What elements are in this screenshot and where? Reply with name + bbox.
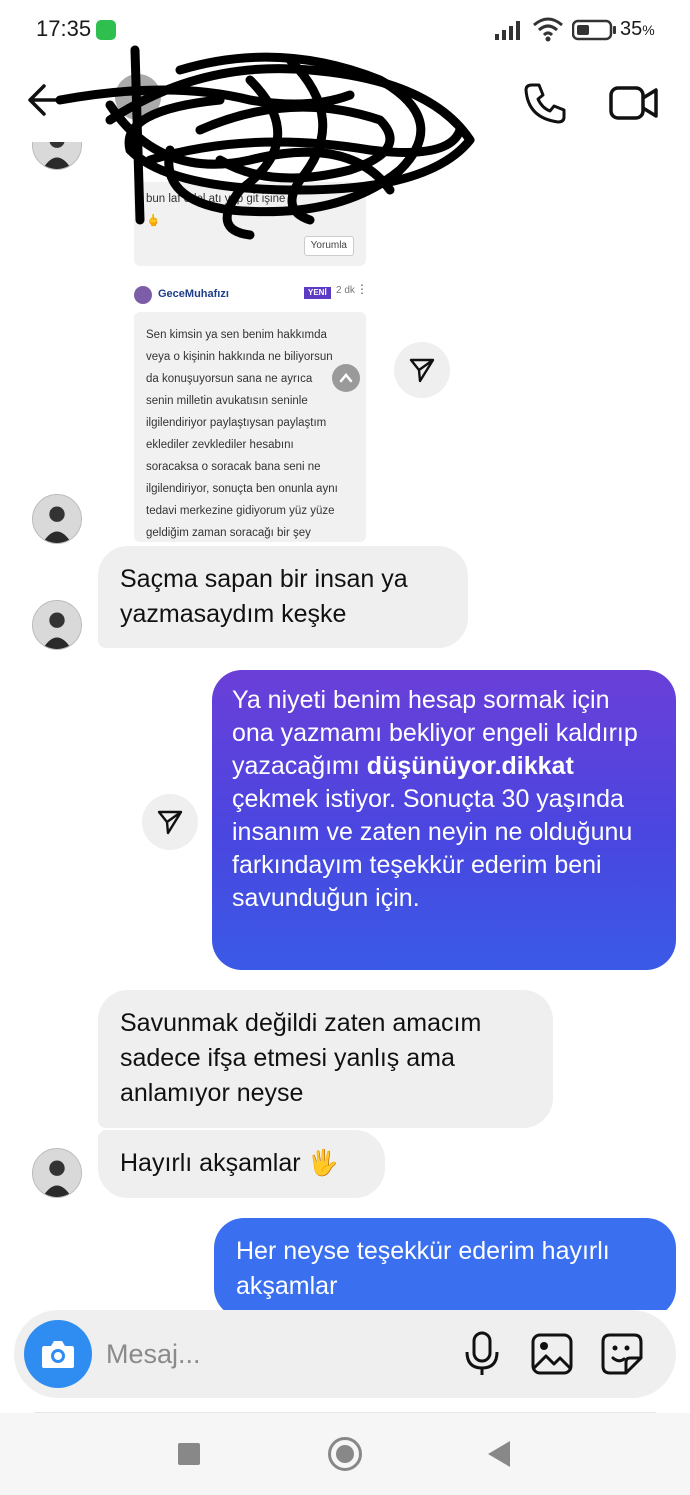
sender-avatar[interactable]: [32, 494, 82, 544]
more-options-icon[interactable]: ⋮: [356, 282, 368, 296]
back-icon[interactable]: [488, 1441, 510, 1467]
redaction-scribble: [55, 45, 475, 240]
message-bold-text: düşünüyor.dikkat: [366, 752, 574, 780]
battery-icon: [572, 19, 616, 41]
message-composer: [14, 1310, 676, 1398]
comment-line: ilgilendiriyor, sonuçta ben onunla aynı: [146, 483, 338, 495]
wifi-icon: [533, 17, 563, 42]
phone-icon[interactable]: [522, 80, 568, 126]
gallery-icon[interactable]: [530, 1332, 574, 1376]
shared-comment-card[interactable]: Sen kimsin ya sen benim hakkımda veya o …: [134, 312, 366, 542]
sender-avatar[interactable]: [32, 1148, 82, 1198]
signal-icon: [495, 21, 520, 40]
message-list[interactable]: bun laf edel atı yap git işine 🖕 Yorumla…: [0, 142, 690, 1310]
battery-percentage: 35%: [620, 18, 655, 40]
comment-line: veya o kişinin hakkında ne biliyorsun: [146, 351, 333, 363]
system-nav-bar: [0, 1413, 690, 1495]
comment-time: 2 dk: [336, 285, 355, 296]
home-icon[interactable]: [328, 1437, 362, 1471]
comment-line: ilgilendiriyor paylaştıysan paylaştım: [146, 417, 327, 429]
sender-avatar[interactable]: [32, 600, 82, 650]
comment-line: geldiğim zaman soracağı bir şey: [146, 527, 311, 539]
new-badge: YENİ: [304, 287, 331, 299]
commenter-avatar: [134, 286, 152, 304]
outgoing-message[interactable]: Ya niyeti benim hesap sormak için ona ya…: [212, 670, 676, 970]
outgoing-message[interactable]: Her neyse teşekkür ederim hayırlı akşaml…: [214, 1218, 676, 1310]
comment-line: senin milletin avukatısın seninle: [146, 395, 308, 407]
message-text: çekmek istiyor. Sonuçta 30 yaşında insan…: [232, 785, 633, 912]
incoming-message[interactable]: Savunmak değildi zaten amacım sadece ifş…: [98, 990, 553, 1128]
incoming-message[interactable]: Hayırlı akşamlar 🖐️: [98, 1130, 385, 1198]
incoming-message[interactable]: Saçma sapan bir insan ya yazmasaydım keş…: [98, 546, 468, 648]
comment-line: da konuşuyorsun sana ne ayrıca: [146, 373, 313, 385]
camera-icon: [42, 1341, 74, 1368]
camera-button[interactable]: [24, 1320, 92, 1388]
comment-line: soracaksa o soracak bana seni ne: [146, 461, 321, 473]
status-time: 17:35: [36, 16, 92, 41]
send-icon: [157, 810, 183, 835]
sticker-icon[interactable]: [600, 1332, 644, 1376]
comment-line: eklediler zevklediler hesabını: [146, 439, 294, 451]
recents-icon[interactable]: [178, 1443, 200, 1465]
whatsapp-icon: [96, 20, 116, 40]
message-input[interactable]: [106, 1334, 446, 1374]
comment-line: tedavi merkezine gidiyorum yüz yüze: [146, 505, 335, 517]
chevron-up-icon[interactable]: [332, 364, 360, 392]
forward-button[interactable]: [394, 342, 450, 398]
microphone-icon[interactable]: [462, 1330, 502, 1378]
comment-header: GeceMuhafızı YENİ 2 dk ⋮: [134, 282, 368, 306]
forward-button[interactable]: [142, 794, 198, 850]
send-icon: [409, 358, 435, 383]
comment-line: Sen kimsin ya sen benim hakkımda: [146, 329, 327, 341]
commenter-name: GeceMuhafızı: [158, 288, 229, 300]
video-camera-icon[interactable]: [608, 80, 660, 126]
